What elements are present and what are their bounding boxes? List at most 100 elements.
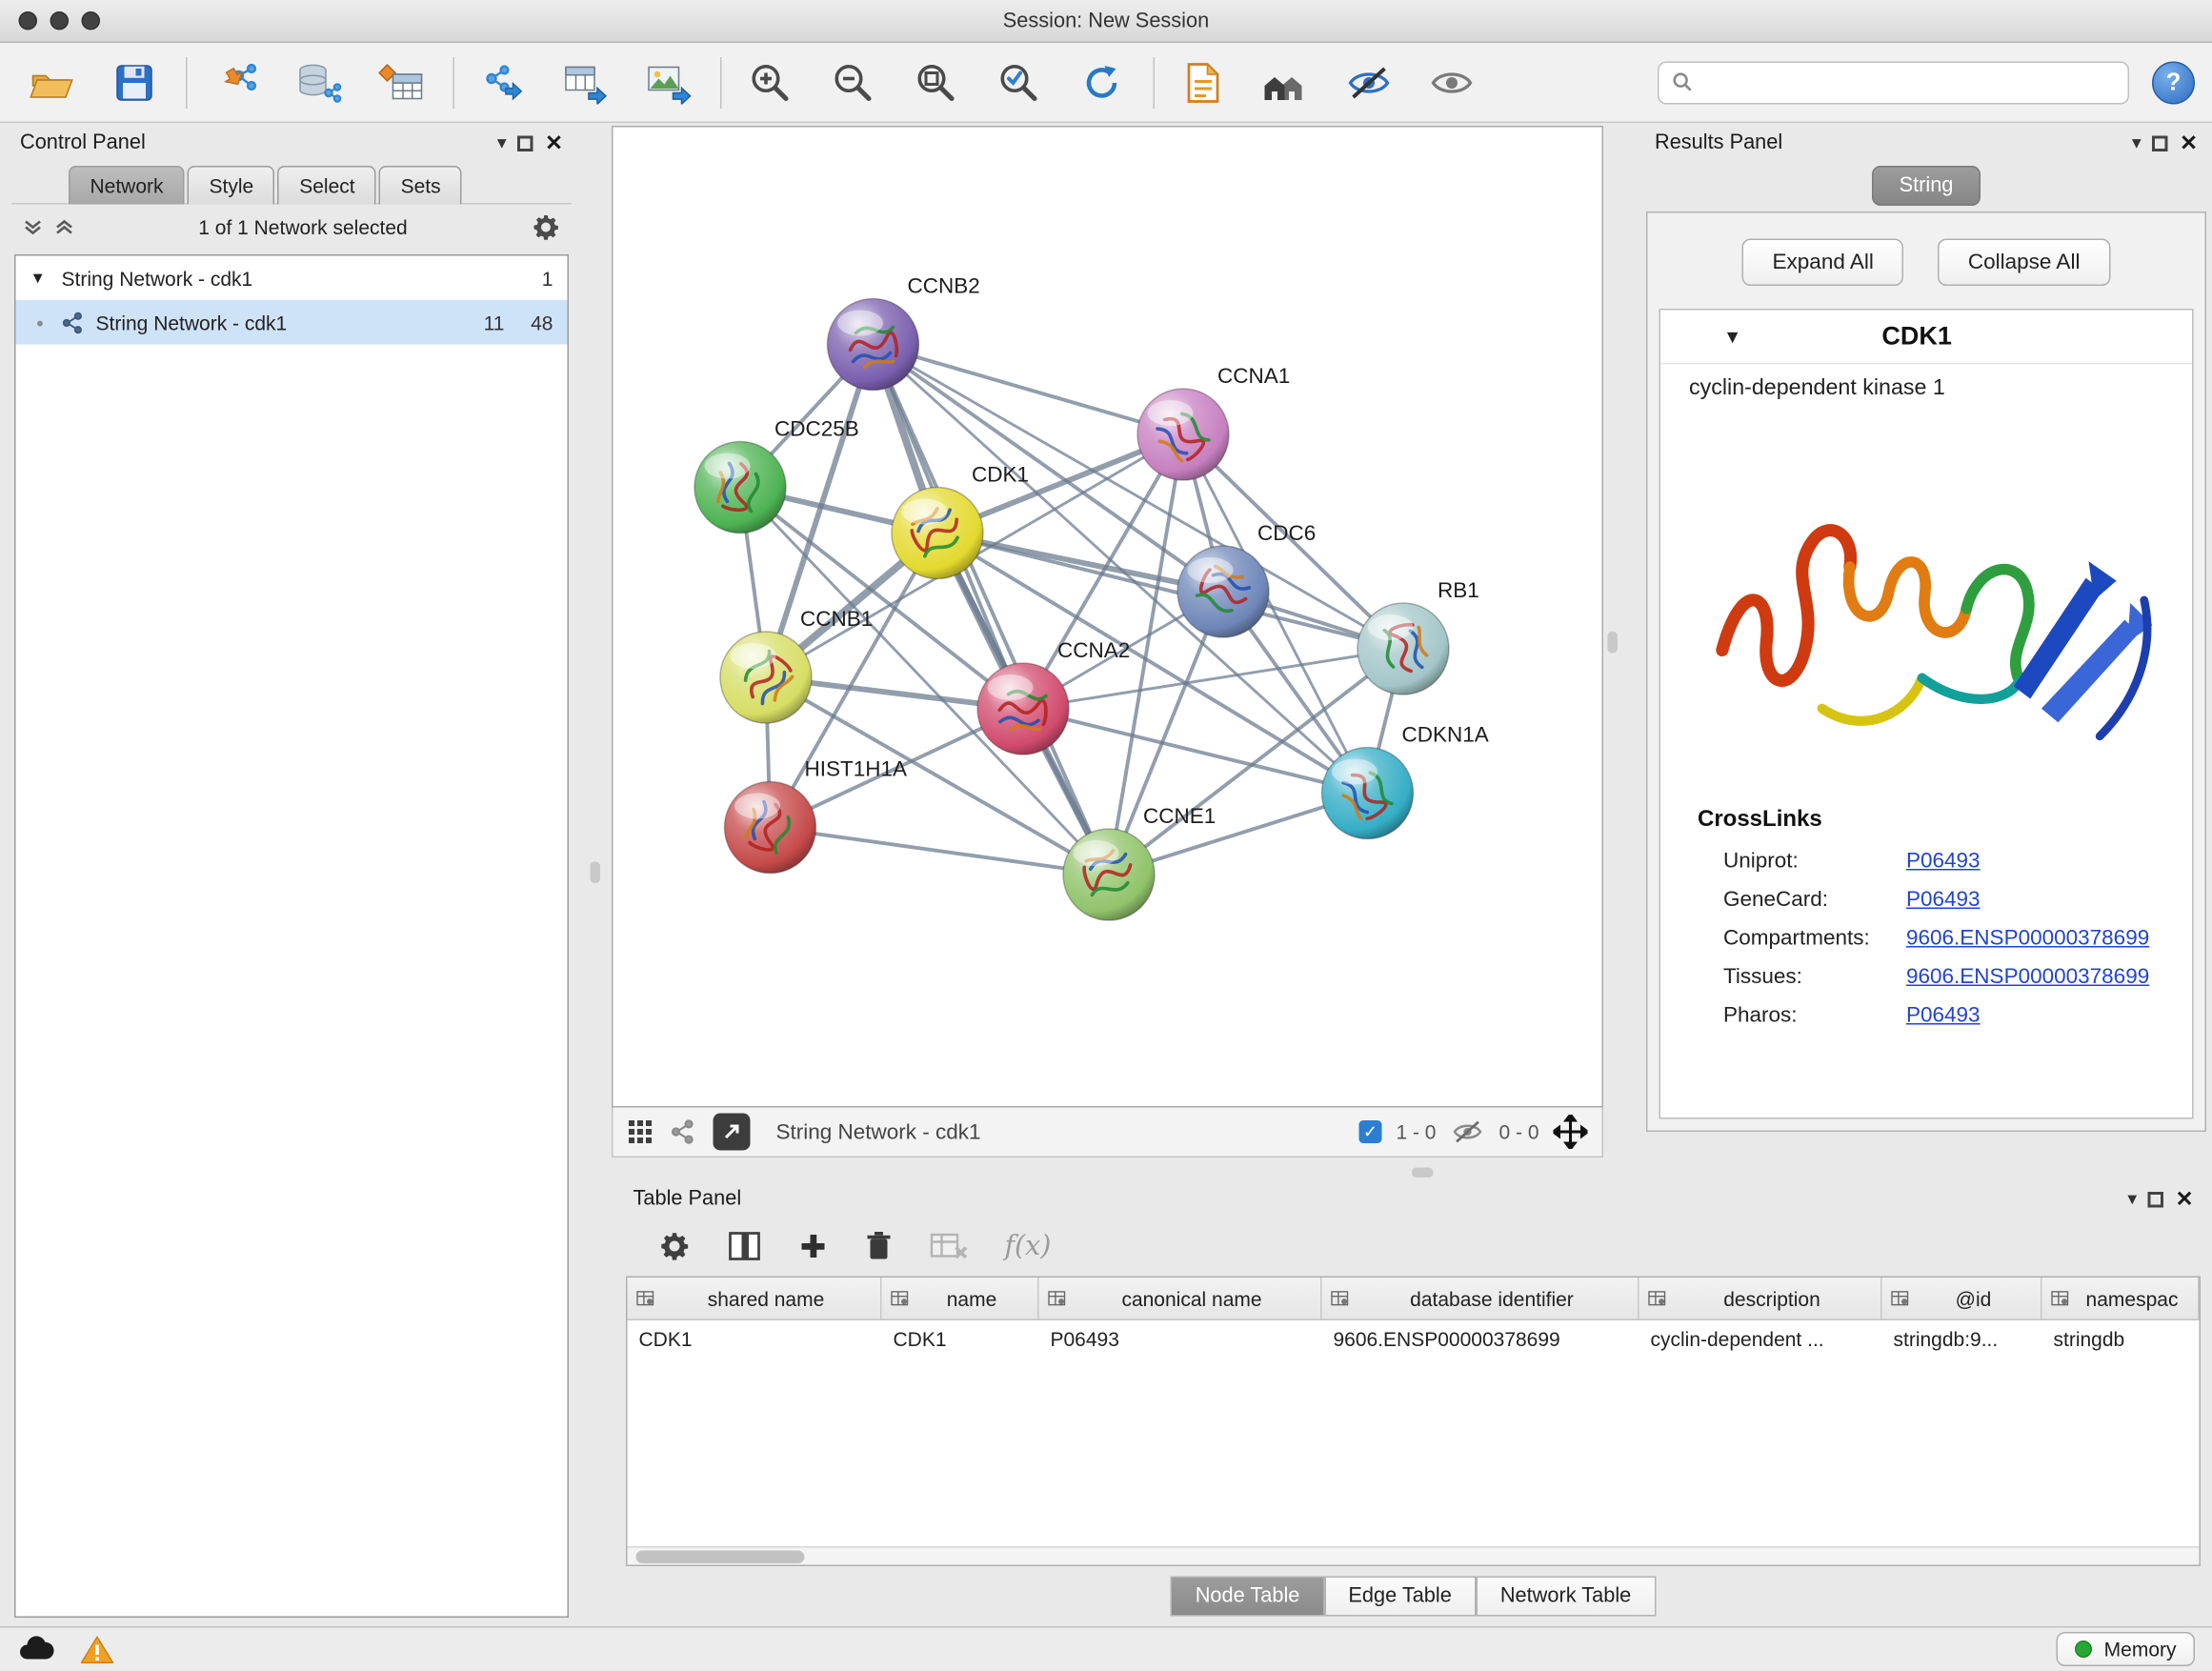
expand-all-icon[interactable]: [54, 216, 74, 236]
save-session-button[interactable]: [100, 50, 169, 115]
open-in-new-button[interactable]: [714, 1114, 751, 1151]
show-columns-button[interactable]: [728, 1231, 762, 1262]
crosslink-link[interactable]: P06493: [1906, 849, 1981, 874]
panel-float-icon[interactable]: [2153, 135, 2169, 151]
network-node-cdc6[interactable]: CDC6: [1177, 521, 1316, 637]
zoom-selected-button[interactable]: [985, 50, 1054, 115]
tree-expand-icon[interactable]: ▼: [30, 270, 50, 287]
network-node-cdk1[interactable]: CDK1: [892, 463, 1029, 579]
table-row[interactable]: CDK1CDK1P064939606.ENSP00000378699cyclin…: [628, 1320, 2200, 1360]
splitter-handle[interactable]: [1608, 632, 1619, 654]
gear-icon[interactable]: [532, 212, 560, 241]
delete-column-button[interactable]: [865, 1231, 894, 1262]
birdseye-icon[interactable]: [671, 1119, 696, 1145]
network-node-ccnb1[interactable]: CCNB1: [720, 607, 873, 723]
tab-sets[interactable]: Sets: [379, 166, 462, 205]
scrollbar-thumb[interactable]: [636, 1551, 805, 1564]
tab-style[interactable]: Style: [188, 166, 275, 205]
hidden-eye-icon[interactable]: [1450, 1119, 1484, 1145]
panel-close-icon[interactable]: ✕: [2176, 1186, 2194, 1212]
expand-all-button[interactable]: Expand All: [1742, 239, 1903, 287]
panel-float-icon[interactable]: [518, 135, 534, 151]
panel-close-icon[interactable]: ✕: [545, 131, 563, 156]
import-network-from-database-button[interactable]: [285, 50, 353, 115]
network-collection-row[interactable]: ▼ String Network - cdk1 1: [16, 256, 568, 301]
tab-node-table[interactable]: Node Table: [1171, 1577, 1324, 1617]
table-cell[interactable]: CDK1: [628, 1320, 882, 1360]
column-header-shared-name[interactable]: shared name: [628, 1278, 882, 1319]
tab-edge-table[interactable]: Edge Table: [1324, 1577, 1476, 1617]
hide-selected-button[interactable]: [1335, 50, 1403, 115]
panel-collapse-icon[interactable]: ▾: [2132, 131, 2142, 154]
horizontal-scrollbar[interactable]: [628, 1546, 2200, 1565]
edge-HIST1H1A-CCNE1[interactable]: [771, 828, 1110, 876]
splitter-handle[interactable]: [591, 862, 601, 884]
column-header-namespac[interactable]: namespac: [2042, 1278, 2200, 1319]
function-builder-button[interactable]: f(x): [1005, 1231, 1052, 1262]
help-button[interactable]: ?: [2152, 61, 2195, 104]
delete-table-button[interactable]: [931, 1231, 968, 1262]
table-cell[interactable]: CDK1: [882, 1320, 1039, 1360]
import-network-from-file-button[interactable]: [202, 50, 271, 115]
panel-collapse-icon[interactable]: ▾: [2127, 1188, 2137, 1211]
network-node-cdkn1a[interactable]: CDKN1A: [1322, 723, 1489, 839]
table-cell[interactable]: cyclin-dependent ...: [1639, 1320, 1882, 1360]
network-node-ccna1[interactable]: CCNA1: [1137, 364, 1290, 480]
edge-CDK1-RB1[interactable]: [937, 534, 1403, 650]
crosslink-link[interactable]: P06493: [1906, 1003, 1981, 1028]
tab-select[interactable]: Select: [278, 166, 376, 205]
close-window-button[interactable]: [19, 11, 38, 30]
home-overview-button[interactable]: [1252, 50, 1320, 115]
import-table-from-file-button[interactable]: [368, 50, 436, 115]
tab-network[interactable]: Network: [69, 166, 185, 205]
network-canvas[interactable]: CCNB2CCNA1CDC25BCDK1CDC6RB1CCNB1CCNA2CDK…: [613, 128, 1602, 1107]
network-node-cdc25b[interactable]: CDC25B: [694, 417, 859, 534]
column-header-description[interactable]: description: [1639, 1278, 1882, 1319]
crosslink-link[interactable]: 9606.ENSP00000378699: [1906, 965, 2149, 990]
selected-nodes-checkbox[interactable]: ✓: [1358, 1120, 1381, 1143]
table-cell[interactable]: P06493: [1039, 1320, 1322, 1360]
zoom-in-button[interactable]: [736, 50, 805, 115]
column-header-name[interactable]: name: [882, 1278, 1039, 1319]
tab-string[interactable]: String: [1872, 166, 1981, 206]
pan-move-icon[interactable]: [1554, 1115, 1588, 1149]
maximize-window-button[interactable]: [82, 11, 101, 30]
edge-CCNB2-CCNA1[interactable]: [874, 345, 1184, 435]
export-network-button[interactable]: [469, 50, 537, 115]
export-table-button[interactable]: [552, 50, 620, 115]
column-header--id[interactable]: @id: [1882, 1278, 2042, 1319]
network-node-hist1h1a[interactable]: HIST1H1A: [725, 757, 908, 874]
collapse-all-icon[interactable]: [23, 216, 43, 236]
table-settings-button[interactable]: [659, 1231, 691, 1262]
crosslink-link[interactable]: 9606.ENSP00000378699: [1906, 926, 2149, 951]
export-image-button[interactable]: [634, 50, 703, 115]
snapshot-document-button[interactable]: [1169, 50, 1237, 115]
warning-icon[interactable]: [80, 1635, 114, 1665]
grid-mode-icon[interactable]: [628, 1119, 654, 1145]
panel-collapse-icon[interactable]: ▾: [497, 131, 507, 154]
panel-float-icon[interactable]: [2148, 1191, 2164, 1207]
edge-CCNB2-CCNE1[interactable]: [874, 345, 1110, 876]
table-cell[interactable]: 9606.ENSP00000378699: [1322, 1320, 1639, 1360]
collapse-all-button[interactable]: Collapse All: [1938, 239, 2110, 287]
zoom-out-button[interactable]: [819, 50, 888, 115]
zoom-fit-button[interactable]: [902, 50, 971, 115]
minimize-window-button[interactable]: [50, 11, 70, 30]
column-header-canonical-name[interactable]: canonical name: [1039, 1278, 1322, 1319]
network-node-rb1[interactable]: RB1: [1357, 578, 1479, 695]
cloud-icon[interactable]: [17, 1636, 54, 1664]
apply-layout-button[interactable]: [1068, 50, 1136, 115]
splitter-handle[interactable]: [1412, 1168, 1434, 1178]
network-row-selected[interactable]: ● String Network - cdk1 11 48: [16, 300, 568, 345]
crosslink-link[interactable]: P06493: [1906, 888, 1981, 913]
memory-button[interactable]: Memory: [2057, 1633, 2195, 1667]
section-collapse-icon[interactable]: ▼: [1723, 326, 1741, 348]
create-column-button[interactable]: [799, 1232, 828, 1260]
table-cell[interactable]: stringdb: [2042, 1320, 2200, 1360]
tab-network-table[interactable]: Network Table: [1476, 1577, 1655, 1617]
search-input[interactable]: [1703, 70, 2115, 93]
network-node-ccnb2[interactable]: CCNB2: [828, 274, 980, 391]
gene-section-header[interactable]: ▼ CDK1: [1660, 311, 2192, 365]
table-cell[interactable]: stringdb:9...: [1882, 1320, 2042, 1360]
open-session-button[interactable]: [17, 50, 86, 115]
